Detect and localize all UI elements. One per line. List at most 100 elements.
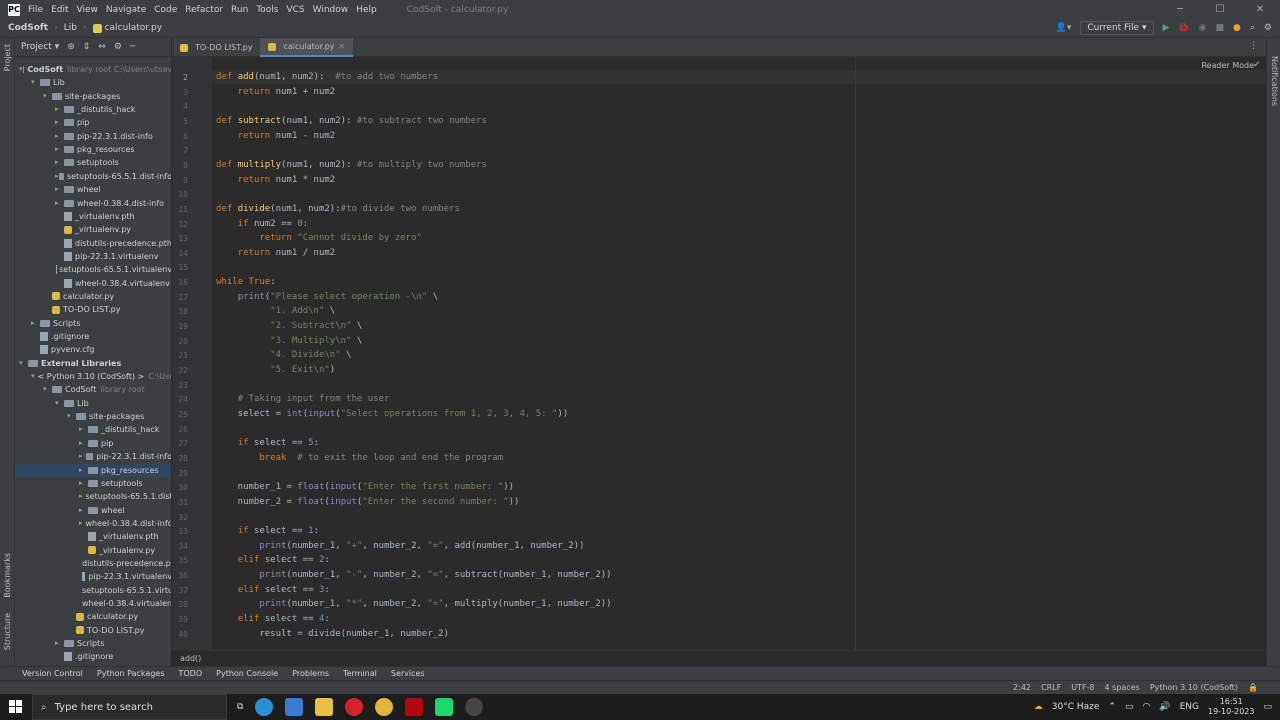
chevron-down-icon[interactable]: ▾ [31, 76, 40, 89]
code-breadcrumb[interactable]: add() [172, 650, 1266, 666]
tree-item[interactable]: setuptools-65.5.1.virtualenv [15, 584, 171, 597]
bottom-tab-terminal[interactable]: Terminal [343, 669, 377, 678]
chevron-down-icon[interactable]: ▾ [19, 357, 28, 370]
chevron-down-icon[interactable]: ▾ [43, 90, 52, 103]
tree-item[interactable]: ▸ pip [15, 116, 171, 129]
tree-item[interactable]: ▾ site-packages [15, 410, 171, 423]
tree-item[interactable]: ▸ wheel-0.38.4.dist-info [15, 517, 171, 530]
tree-item[interactable]: wheel-0.38.4.virtualenv [15, 597, 171, 610]
debug-icon[interactable]: 🐞 [1178, 23, 1189, 33]
chevron-down-icon[interactable]: ▾ [43, 383, 52, 396]
chevron-right-icon[interactable]: ▸ [55, 183, 64, 196]
coverage-icon[interactable]: ◉ [1199, 23, 1207, 33]
chevron-right-icon[interactable]: ▸ [31, 317, 40, 330]
status-item[interactable]: UTF-8 [1071, 683, 1094, 692]
menu-item-vcs[interactable]: VCS [286, 5, 304, 15]
status-item[interactable]: 2:42 [1013, 683, 1031, 692]
tree-item[interactable]: ▸ pip-22.3.1.dist-info [15, 130, 171, 143]
tree-item[interactable]: ▸ pip-22.3.1.dist-info [15, 450, 171, 463]
user-icon[interactable]: 👤▾ [1056, 23, 1072, 33]
tree-item[interactable]: distutils-precedence.pth [15, 557, 171, 570]
bottom-tab-python-packages[interactable]: Python Packages [97, 669, 165, 678]
menu-item-window[interactable]: Window [313, 5, 349, 15]
menu-item-code[interactable]: Code [154, 5, 177, 15]
updates-icon[interactable]: ● [1233, 23, 1241, 33]
wifi-icon[interactable]: ◠ [1143, 702, 1151, 712]
run-configuration-dropdown[interactable]: Current File ▾ [1080, 21, 1154, 35]
stop-icon[interactable]: ■ [1216, 23, 1225, 33]
breadcrumb-file[interactable]: calculator.py [105, 23, 162, 33]
tree-item[interactable]: ▸setuptools-65.5.1.dist-info [15, 490, 171, 503]
chevron-right-icon[interactable]: ▸ [55, 143, 64, 156]
chevron-right-icon[interactable]: ▸ [79, 490, 83, 503]
menu-item-refactor[interactable]: Refactor [185, 5, 223, 15]
bottom-tab-python-console[interactable]: Python Console [216, 669, 278, 678]
chevron-right-icon[interactable]: ▸ [55, 116, 64, 129]
show-hidden-icons-icon[interactable]: ⌃ [1108, 702, 1116, 712]
run-icon[interactable]: ▶ [1163, 23, 1170, 33]
taskbar-search-box[interactable]: ⌕ Type here to search [32, 694, 227, 720]
windows-start-icon[interactable] [9, 700, 22, 713]
code-editor[interactable]: def add(num1, num2): #to add two numbers… [212, 57, 1266, 650]
volume-icon[interactable]: 🔊 [1159, 702, 1170, 712]
chevron-right-icon[interactable]: ▸ [79, 437, 88, 450]
tree-item[interactable]: TO-DO LIST.py [15, 303, 171, 316]
close-icon[interactable]: ✕ [1240, 0, 1280, 19]
tree-item[interactable]: calculator.py [15, 610, 171, 623]
tree-item[interactable]: ▸ _distutils_hack [15, 423, 171, 436]
tree-item[interactable]: ▸ wheel [15, 504, 171, 517]
bottom-tab-problems[interactable]: Problems [292, 669, 329, 678]
chevron-down-icon[interactable]: ▾ [19, 63, 23, 76]
status-item[interactable]: 4 spaces [1105, 683, 1140, 692]
tree-item[interactable]: ▸ setuptools [15, 477, 171, 490]
collapse-all-icon[interactable]: ⇕ [83, 42, 91, 52]
tree-item[interactable]: ▸ pkg_resources [15, 143, 171, 156]
chevron-right-icon[interactable]: ▸ [79, 517, 83, 530]
chevron-right-icon[interactable]: ▸ [55, 156, 64, 169]
expand-all-icon[interactable]: ⇔ [98, 42, 106, 52]
network-icon[interactable]: ▭ [1125, 702, 1134, 712]
status-item[interactable]: CRLF [1041, 683, 1061, 692]
chevron-down-icon[interactable]: ▾ [55, 397, 64, 410]
breadcrumb-lib[interactable]: Lib [64, 23, 77, 33]
tree-item[interactable]: pyvenv.cfg [15, 343, 171, 356]
menu-item-run[interactable]: Run [231, 5, 248, 15]
structure-tool-tab[interactable]: Structure [3, 613, 12, 650]
select-opened-file-icon[interactable]: ⊕ [67, 42, 75, 52]
chevron-right-icon[interactable]: ▸ [79, 450, 86, 463]
reader-mode-toggle[interactable]: Reader Mode [1201, 61, 1254, 70]
tab-options-icon[interactable]: ⋮ [1249, 41, 1258, 51]
language-indicator[interactable]: ENG [1180, 702, 1199, 712]
bottom-tab-services[interactable]: Services [391, 669, 425, 678]
tree-item[interactable]: ▸setuptools-65.5.1.dist-info [15, 170, 171, 183]
chevron-right-icon[interactable]: ▸ [55, 197, 64, 210]
maximize-icon[interactable]: ☐ [1200, 0, 1240, 19]
microsoft-store-icon[interactable] [285, 698, 304, 716]
tree-item[interactable]: ▸ wheel-0.38.4.dist-info [15, 197, 171, 210]
obs-icon[interactable] [465, 698, 484, 716]
tree-item[interactable]: ▸ _distutils_hack [15, 103, 171, 116]
project-view-selector[interactable]: Project ▾ [21, 42, 59, 52]
tree-item[interactable]: ▾ site-packages [15, 90, 171, 103]
pycharm-taskbar-icon[interactable] [435, 698, 454, 716]
tree-item[interactable]: setuptools-65.5.1.virtualenv [15, 263, 171, 276]
tree-item[interactable]: ▾ Lib [15, 76, 171, 89]
menu-item-view[interactable]: View [77, 5, 98, 15]
tree-item[interactable]: ▸ pip [15, 437, 171, 450]
lock-icon[interactable]: 🔒 [1248, 683, 1258, 692]
tree-item[interactable]: ▸ Scripts [15, 637, 171, 650]
tree-item[interactable]: ▾ Lib [15, 397, 171, 410]
menu-item-help[interactable]: Help [356, 5, 377, 15]
tree-item[interactable]: calculator.py [15, 290, 171, 303]
menu-item-tools[interactable]: Tools [256, 5, 278, 15]
clock[interactable]: 16:51 19-10-2023 [1208, 697, 1255, 717]
chevron-right-icon[interactable]: ▸ [79, 464, 88, 477]
tree-item[interactable]: _virtualenv.py [15, 223, 171, 236]
options-gear-icon[interactable]: ⚙ [114, 42, 122, 52]
menu-item-edit[interactable]: Edit [51, 5, 68, 15]
chevron-right-icon[interactable]: ▸ [55, 130, 64, 143]
tab-todo-list[interactable]: TO-DO LIST.py [172, 38, 260, 57]
chrome-icon[interactable] [375, 698, 394, 716]
tab-calculator[interactable]: calculator.py ✕ [260, 38, 354, 57]
search-icon[interactable]: ⌕ [1250, 23, 1255, 33]
